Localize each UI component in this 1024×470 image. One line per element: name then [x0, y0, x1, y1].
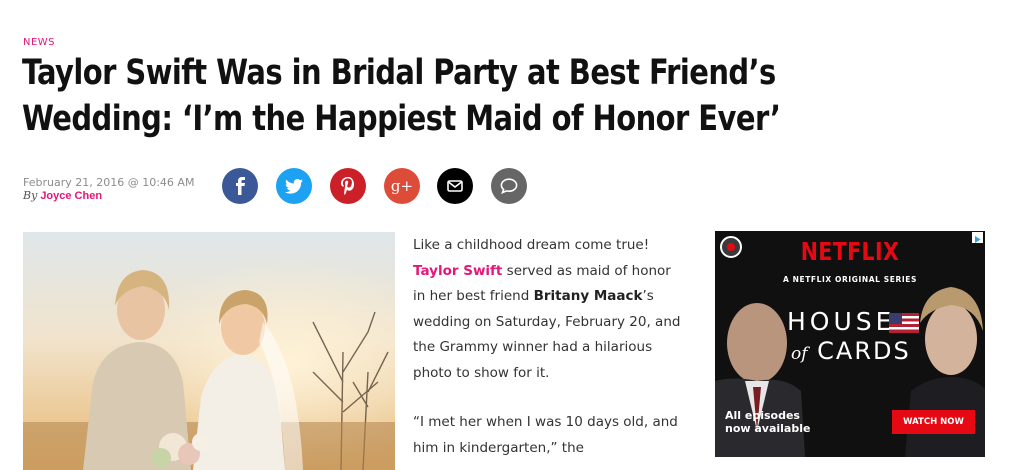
author-link[interactable]: Joyce Chen	[40, 190, 102, 202]
paragraph-2: “I met her when I was 10 days old, and h…	[413, 414, 678, 456]
pinterest-icon	[341, 177, 354, 195]
share-comments-button[interactable]	[491, 168, 527, 204]
ad-episodes-text: All episodes now available	[725, 409, 810, 435]
envelope-icon	[447, 180, 463, 192]
share-pinterest-button[interactable]	[330, 168, 366, 204]
article-title: Taylor Swift Was in Bridal Party at Best…	[22, 53, 781, 139]
show-title-of: of	[791, 344, 808, 364]
show-title-line-2: of CARDS	[791, 337, 911, 365]
netflix-logo: NETFLIX	[800, 237, 900, 266]
facebook-icon	[236, 177, 245, 195]
twitter-icon	[285, 178, 303, 194]
byline: By Joyce Chen	[23, 189, 102, 202]
watch-now-button[interactable]: WATCH NOW	[892, 410, 975, 434]
share-google-plus-button[interactable]: g+	[384, 168, 420, 204]
show-title-cards: CARDS	[817, 337, 911, 365]
google-plus-icon: g+	[390, 177, 414, 195]
netflix-ad[interactable]: NETFLIX A NETFLIX ORIGINAL SERIES HOUSE …	[715, 231, 985, 457]
byline-prefix: By	[23, 189, 38, 202]
article-body: Like a childhood dream come true! Taylor…	[413, 233, 683, 470]
category-label[interactable]: NEWS	[23, 37, 55, 48]
comment-icon	[500, 178, 518, 194]
share-facebook-button[interactable]	[222, 168, 258, 204]
article-photo[interactable]	[23, 232, 395, 470]
taylor-swift-link[interactable]: Taylor Swift	[413, 263, 502, 279]
show-title-line-1: HOUSE	[787, 307, 895, 336]
ad-episodes-line-1: All episodes	[725, 409, 800, 422]
share-email-button[interactable]	[437, 168, 473, 204]
ad-episodes-line-2: now available	[725, 422, 811, 435]
ad-info-badge[interactable]	[972, 232, 983, 243]
show-title-house: HOUSE	[787, 307, 896, 336]
paragraph-1-intro: Like a childhood dream come true!	[413, 237, 650, 253]
britany-maack-name: Britany Maack	[533, 288, 643, 304]
share-twitter-button[interactable]	[276, 168, 312, 204]
adchoices-icon	[975, 236, 981, 243]
flag-icon	[889, 313, 919, 333]
article-date: February 21, 2016 @ 10:46 AM	[23, 176, 195, 189]
paragraph-1: Like a childhood dream come true! Taylor…	[413, 233, 683, 386]
ad-subtitle: A NETFLIX ORIGINAL SERIES	[783, 275, 917, 284]
record-icon	[727, 243, 735, 251]
